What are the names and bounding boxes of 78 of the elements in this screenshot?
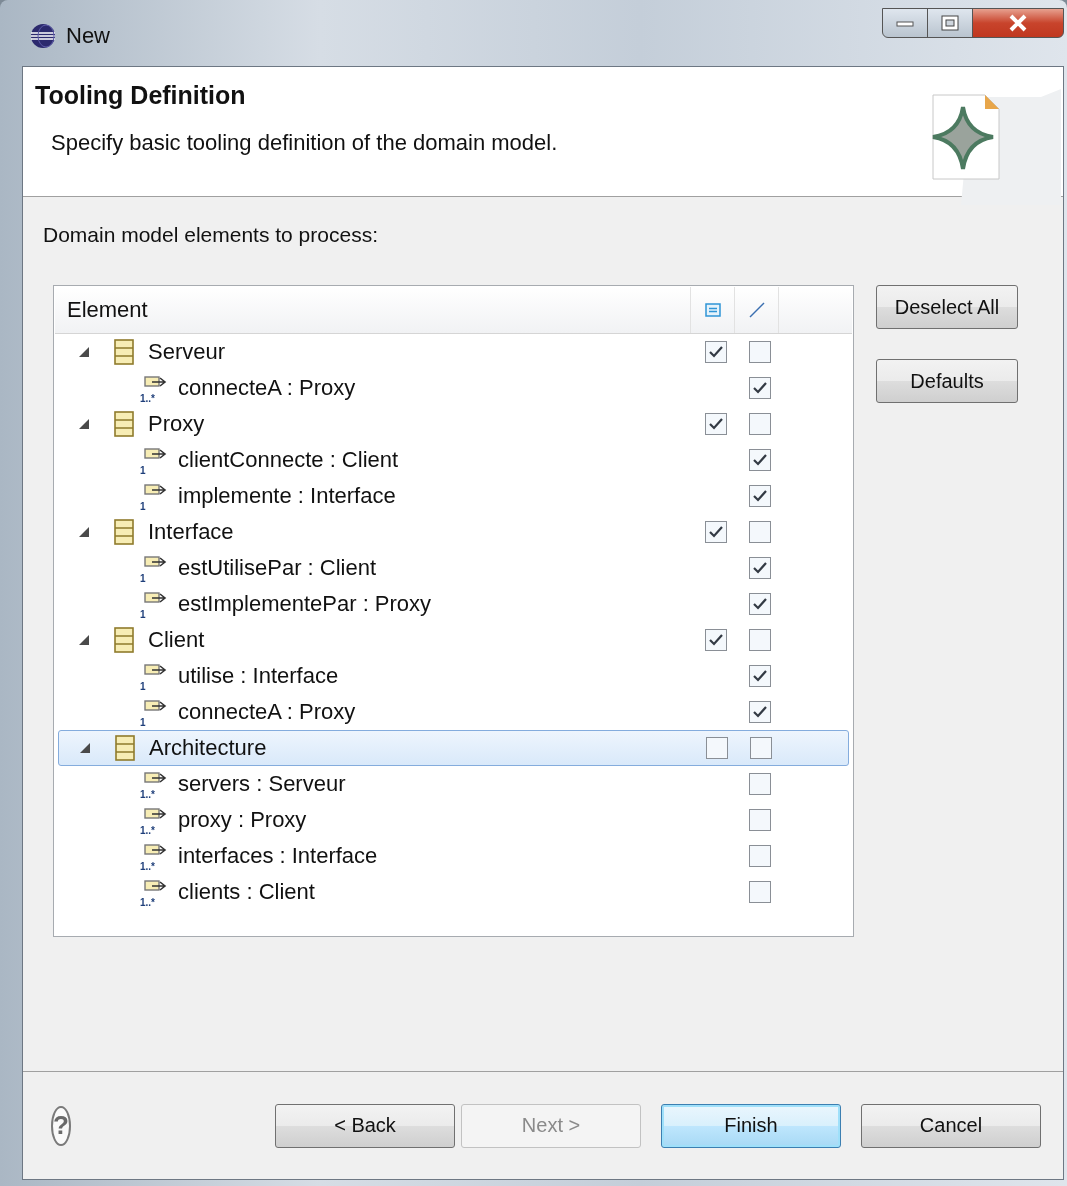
page-title: Tooling Definition (35, 81, 247, 110)
multiplicity-label: 1 (140, 574, 146, 584)
tree-item-label[interactable]: connecteA : Proxy (178, 699, 356, 725)
expanded-twistie-icon[interactable] (78, 346, 90, 358)
tree-item-label[interactable]: Interface (148, 519, 234, 545)
checkbox[interactable] (749, 341, 771, 363)
checkbox[interactable] (749, 701, 771, 723)
checkbox[interactable] (749, 629, 771, 651)
app-logo-icon (30, 23, 56, 49)
checkbox[interactable] (749, 665, 771, 687)
tree-item-label[interactable]: clients : Client (178, 879, 315, 905)
checkbox[interactable] (749, 773, 771, 795)
class-icon (114, 411, 134, 437)
multiplicity-label: 1 (140, 610, 146, 620)
class-icon (114, 339, 134, 365)
help-button[interactable]: ? (51, 1105, 71, 1146)
side-button[interactable]: Defaults (876, 359, 1018, 403)
expanded-twistie-icon[interactable] (78, 418, 90, 430)
close-icon (1008, 14, 1028, 32)
checkbox[interactable] (749, 845, 771, 867)
expanded-twistie-icon[interactable] (78, 634, 90, 646)
class-icon (115, 735, 135, 761)
checkbox[interactable] (749, 377, 771, 399)
checkbox[interactable] (749, 485, 771, 507)
tree-item-label[interactable]: clientConnecte : Client (178, 447, 399, 473)
tree-item-label[interactable]: Architecture (149, 735, 267, 761)
tree-item-label[interactable]: Serveur (148, 339, 226, 365)
maximize-icon (941, 15, 959, 31)
wizard-nav-button[interactable]: Cancel (861, 1103, 1041, 1148)
link-column-icon[interactable] (747, 301, 766, 319)
class-icon (114, 519, 134, 545)
section-label: Domain model elements to process: (43, 223, 379, 247)
multiplicity-label: 1..* (140, 790, 155, 800)
checkbox[interactable] (750, 737, 772, 759)
tree-item-label[interactable]: servers : Serveur (178, 771, 346, 797)
checkbox[interactable] (706, 737, 728, 759)
tree-item-label[interactable]: interfaces : Interface (178, 843, 378, 869)
multiplicity-label: 1 (140, 502, 146, 512)
close-button[interactable] (972, 8, 1064, 38)
checkbox[interactable] (749, 809, 771, 831)
maximize-button[interactable] (927, 8, 973, 38)
wizard-nav-button[interactable]: Finish (661, 1103, 841, 1148)
tree-item-label[interactable]: implemente : Interface (178, 483, 396, 509)
multiplicity-label: 1..* (140, 826, 155, 836)
class-icon (114, 627, 134, 653)
multiplicity-label: 1 (140, 466, 146, 476)
tree-item-label[interactable]: Client (148, 627, 205, 653)
tree-item-label[interactable]: proxy : Proxy (178, 807, 307, 833)
tree-item-label[interactable]: Proxy (148, 411, 205, 437)
checkbox[interactable] (749, 557, 771, 579)
selected-row-highlight[interactable]: Architecture (58, 730, 849, 766)
wizard-nav-button[interactable]: < Back (275, 1103, 455, 1148)
expanded-twistie-icon[interactable] (79, 742, 91, 754)
checkbox[interactable] (749, 449, 771, 471)
node-column-icon[interactable] (704, 303, 721, 317)
page-description: Specify basic tooling definition of the domain model. (51, 130, 558, 156)
minimize-button[interactable] (882, 8, 928, 38)
checkbox[interactable] (749, 521, 771, 543)
checkbox[interactable] (705, 629, 727, 651)
window-title: New (66, 23, 110, 49)
expanded-twistie-icon[interactable] (78, 526, 90, 538)
checkbox[interactable] (705, 413, 727, 435)
minimize-icon (896, 19, 914, 27)
tree-item-label[interactable]: estImplementePar : Proxy (178, 591, 432, 617)
multiplicity-label: 1..* (140, 898, 155, 908)
checkbox[interactable] (749, 881, 771, 903)
tree-item-label[interactable]: connecteA : Proxy (178, 375, 356, 401)
side-button[interactable]: Deselect All (876, 285, 1018, 329)
multiplicity-label: 1..* (140, 394, 155, 404)
multiplicity-label: 1 (140, 682, 146, 692)
checkbox[interactable] (705, 521, 727, 543)
tree-item-label[interactable]: estUtilisePar : Client (178, 555, 377, 581)
checkbox[interactable] (749, 593, 771, 615)
checkbox[interactable] (749, 413, 771, 435)
multiplicity-label: 1..* (140, 862, 155, 872)
tree-item-label[interactable]: utilise : Interface (178, 663, 339, 689)
checkbox[interactable] (705, 341, 727, 363)
multiplicity-label: 1 (140, 718, 146, 728)
